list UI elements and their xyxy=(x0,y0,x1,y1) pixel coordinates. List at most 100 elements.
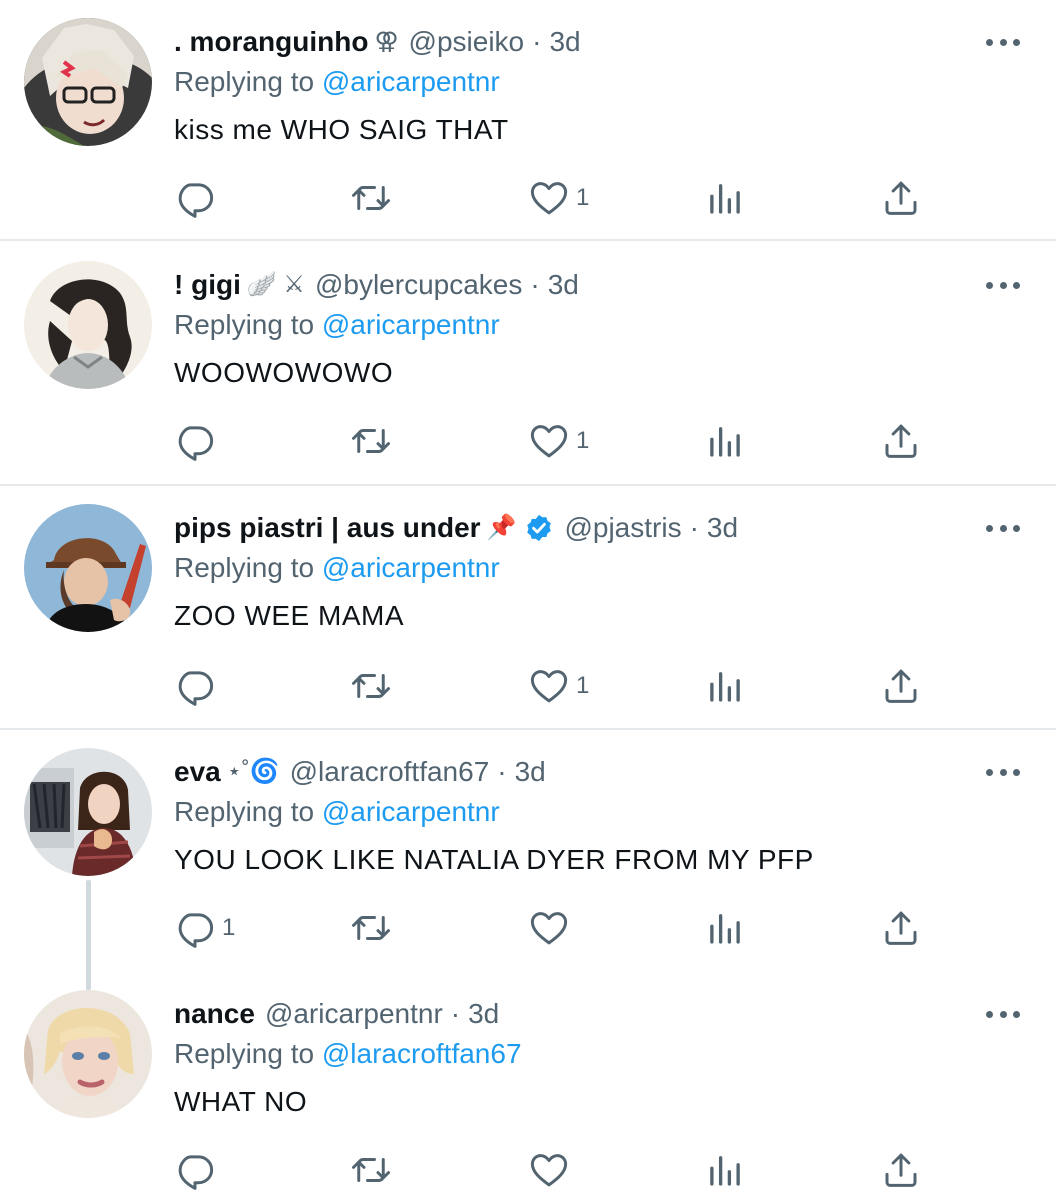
analytics-button[interactable] xyxy=(704,664,746,708)
tweet-text: kiss me WHO SAIG THAT xyxy=(174,114,509,145)
bar-chart-icon xyxy=(704,1149,746,1191)
reply-button[interactable]: 1 xyxy=(174,906,235,950)
more-options-icon[interactable] xyxy=(986,37,1020,47)
tweet[interactable]: nance @aricarpentnr · 3d Replying to @la… xyxy=(0,972,1056,1200)
reply-button[interactable] xyxy=(174,664,222,708)
reply-icon xyxy=(174,420,216,462)
replying-to-mention[interactable]: @aricarpentnr xyxy=(322,552,500,583)
replying-to: Replying to @laracroftfan67 xyxy=(174,1034,936,1074)
retweet-button[interactable] xyxy=(350,419,392,463)
tweet-text: WOOWOWOWO xyxy=(174,357,394,388)
retweet-button[interactable] xyxy=(350,1148,392,1192)
timestamp[interactable]: 3d xyxy=(549,22,580,62)
retweet-icon xyxy=(350,907,392,949)
more-options-icon[interactable] xyxy=(986,767,1020,777)
like-button[interactable] xyxy=(528,1148,576,1192)
reply-icon xyxy=(174,177,216,219)
share-icon xyxy=(880,420,922,462)
like-count: 1 xyxy=(576,672,590,699)
more-options-icon[interactable] xyxy=(986,280,1020,290)
reply-button[interactable] xyxy=(174,1148,222,1192)
analytics-button[interactable] xyxy=(704,1148,746,1192)
tweet-header: nance @aricarpentnr · 3d xyxy=(174,994,936,1034)
share-icon xyxy=(880,1149,922,1191)
heart-icon xyxy=(528,420,570,462)
tweet-text: YOU LOOK LIKE NATALIA DYER FROM MY PFP xyxy=(174,844,814,875)
display-name[interactable]: ! gigi xyxy=(174,265,241,305)
avatar[interactable] xyxy=(24,261,152,389)
bar-chart-icon xyxy=(704,177,746,219)
timestamp[interactable]: 3d xyxy=(468,994,499,1034)
display-name[interactable]: . moranguinho xyxy=(174,22,368,62)
replying-to: Replying to @aricarpentnr xyxy=(174,305,936,345)
share-button[interactable] xyxy=(880,906,922,950)
retweet-icon xyxy=(350,177,392,219)
retweet-button[interactable] xyxy=(350,176,392,220)
avatar[interactable] xyxy=(24,504,152,632)
avatar[interactable] xyxy=(24,990,152,1118)
like-button[interactable]: 1 xyxy=(528,664,589,708)
replying-to-mention[interactable]: @laracroftfan67 xyxy=(322,1038,522,1069)
retweet-button[interactable] xyxy=(350,664,392,708)
user-handle[interactable]: @psieiko xyxy=(409,22,525,62)
timestamp[interactable]: 3d xyxy=(515,752,546,792)
tweet-header: eva ⋆˚🌀 @laracroftfan67 · 3d xyxy=(174,752,936,792)
timestamp[interactable]: 3d xyxy=(548,265,579,305)
replying-to-mention[interactable]: @aricarpentnr xyxy=(322,309,500,340)
share-button[interactable] xyxy=(880,664,922,708)
reply-button[interactable] xyxy=(174,176,222,220)
tweet-header: pips piastri | aus under 📌 @pjastris · 3… xyxy=(174,508,936,548)
share-icon xyxy=(880,907,922,949)
replying-to-mention[interactable]: @aricarpentnr xyxy=(322,796,500,827)
user-handle[interactable]: @laracroftfan67 xyxy=(290,752,490,792)
tweet[interactable]: eva ⋆˚🌀 @laracroftfan67 · 3d Replying to… xyxy=(0,730,1056,970)
heart-icon xyxy=(528,665,570,707)
heart-icon xyxy=(528,907,570,949)
analytics-button[interactable] xyxy=(704,419,746,463)
reply-button[interactable] xyxy=(174,419,222,463)
like-button[interactable] xyxy=(528,906,576,950)
tweet[interactable]: . moranguinho ⚢ @psieiko · 3d Replying t… xyxy=(0,0,1056,240)
user-handle[interactable]: @pjastris xyxy=(564,508,681,548)
replying-prefix: Replying to xyxy=(174,1038,315,1069)
share-icon xyxy=(880,177,922,219)
more-options-icon[interactable] xyxy=(986,523,1020,533)
like-button[interactable]: 1 xyxy=(528,176,589,220)
avatar[interactable] xyxy=(24,18,152,146)
separator-dot: · xyxy=(450,998,461,1029)
separator-dot: · xyxy=(689,512,699,543)
more-options-icon[interactable] xyxy=(986,1009,1020,1019)
action-bar: 1 xyxy=(174,906,934,950)
tweet[interactable]: pips piastri | aus under 📌 @pjastris · 3… xyxy=(0,486,1056,728)
retweet-button[interactable] xyxy=(350,906,392,950)
display-name[interactable]: eva xyxy=(174,752,221,792)
avatar[interactable] xyxy=(24,748,152,876)
share-button[interactable] xyxy=(880,1148,922,1192)
like-button[interactable]: 1 xyxy=(528,419,589,463)
share-button[interactable] xyxy=(880,419,922,463)
replying-to: Replying to @aricarpentnr xyxy=(174,62,936,102)
share-icon xyxy=(880,665,922,707)
user-handle[interactable]: @bylercupcakes xyxy=(315,265,522,305)
name-emoji: 🪽 ⚔ xyxy=(246,271,305,298)
replying-prefix: Replying to xyxy=(174,552,315,583)
tweet-text: ZOO WEE MAMA xyxy=(174,600,404,631)
replying-to-mention[interactable]: @aricarpentnr xyxy=(322,66,500,97)
share-button[interactable] xyxy=(880,176,922,220)
like-count: 1 xyxy=(576,427,590,454)
bar-chart-icon xyxy=(704,907,746,949)
name-emoji: ⋆˚🌀 xyxy=(226,758,280,785)
analytics-button[interactable] xyxy=(704,176,746,220)
user-handle[interactable]: @aricarpentnr xyxy=(265,994,443,1034)
tweet-header: ! gigi 🪽 ⚔ @bylercupcakes · 3d xyxy=(174,265,936,305)
replying-prefix: Replying to xyxy=(174,66,315,97)
tweet[interactable]: ! gigi 🪽 ⚔ @bylercupcakes · 3d Replying … xyxy=(0,241,1056,484)
display-name[interactable]: nance xyxy=(174,994,255,1034)
retweet-icon xyxy=(350,420,392,462)
display-name[interactable]: pips piastri | aus under xyxy=(174,508,481,548)
name-emoji: ⚢ xyxy=(374,28,399,55)
analytics-button[interactable] xyxy=(704,906,746,950)
timestamp[interactable]: 3d xyxy=(707,508,738,548)
separator-dot: · xyxy=(497,756,507,787)
verified-badge-icon xyxy=(524,513,554,543)
